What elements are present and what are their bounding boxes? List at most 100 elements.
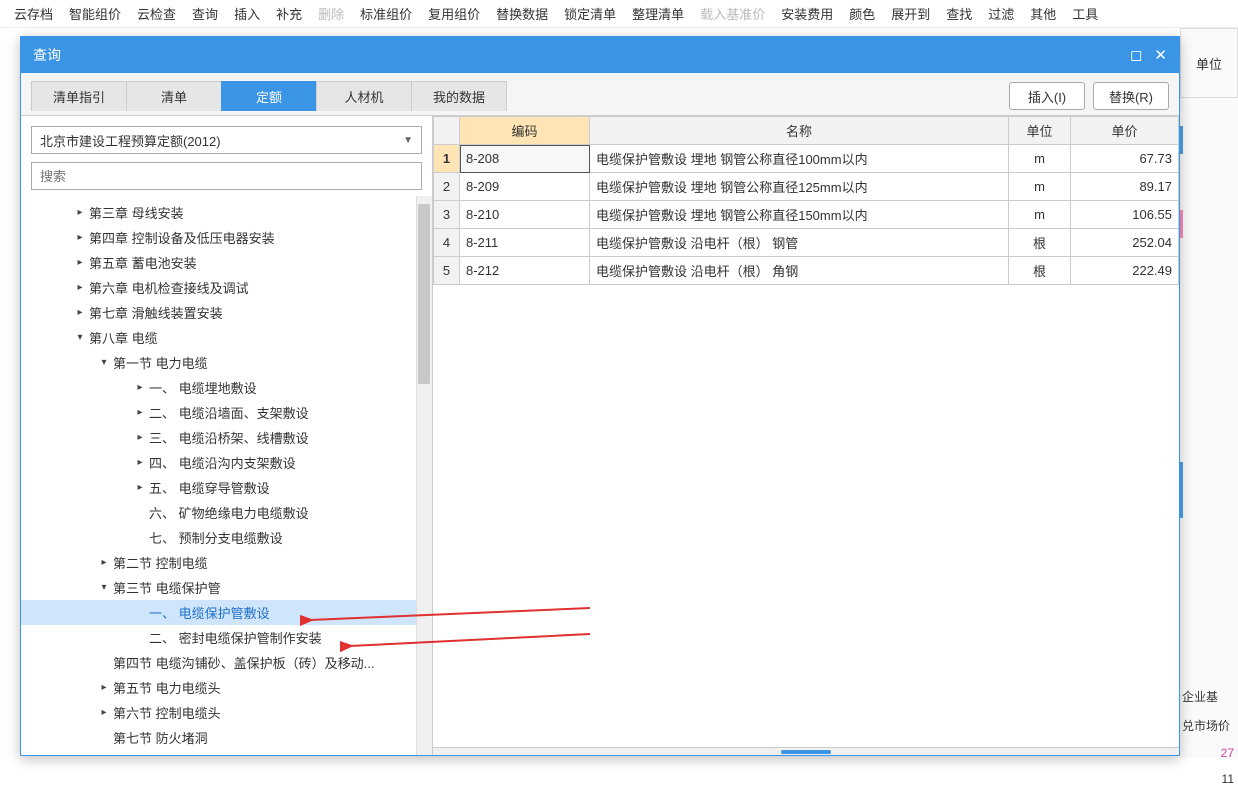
th-code[interactable]: 编码 — [460, 117, 590, 145]
toolbar-item-15[interactable]: 展开到 — [883, 4, 938, 23]
insert-button[interactable]: 插入(I) — [1009, 82, 1085, 110]
toolbar-item-9[interactable]: 替换数据 — [488, 4, 556, 23]
tree-node-18[interactable]: ▸第四节 电缆沟铺砂、盖保护板（砖）及移动... — [21, 650, 432, 675]
toolbar-item-3[interactable]: 查询 — [184, 4, 226, 23]
tree-node-0[interactable]: ▸第三章 母线安装 — [21, 200, 432, 225]
toolbar-item-19[interactable]: 工具 — [1064, 4, 1106, 23]
th-name[interactable]: 名称 — [590, 117, 1009, 145]
cell-code[interactable]: 8-210 — [460, 201, 590, 229]
tree-node-13[interactable]: ▸七、 预制分支电缆敷设 — [21, 525, 432, 550]
caret-right-icon[interactable]: ▸ — [99, 707, 109, 718]
tree-node-19[interactable]: ▸第五节 电力电缆头 — [21, 675, 432, 700]
bg-footer-label2: 兑市场价 — [1180, 711, 1238, 740]
caret-right-icon[interactable]: ▸ — [135, 407, 145, 418]
cell-code[interactable]: 8-211 — [460, 229, 590, 257]
tree-node-6[interactable]: ▾第一节 电力电缆 — [21, 350, 432, 375]
tree-node-8[interactable]: ▸二、 电缆沿墙面、支架敷设 — [21, 400, 432, 425]
toolbar-item-14[interactable]: 颜色 — [841, 4, 883, 23]
tree-node-1[interactable]: ▸第四章 控制设备及低压电器安装 — [21, 225, 432, 250]
toolbar-item-11[interactable]: 整理清单 — [624, 4, 692, 23]
caret-right-icon[interactable]: ▸ — [75, 207, 85, 218]
tree-scrollbar[interactable] — [416, 196, 432, 755]
toolbar-item-10[interactable]: 锁定清单 — [556, 4, 624, 23]
toolbar-item-8[interactable]: 复用组价 — [420, 4, 488, 23]
quota-combo[interactable]: 北京市建设工程预算定额(2012) ▼ — [31, 126, 422, 154]
tree-node-11[interactable]: ▸五、 电缆穿导管敷设 — [21, 475, 432, 500]
tab-3[interactable]: 人材机 — [316, 81, 412, 111]
tab-2[interactable]: 定额 — [221, 81, 317, 111]
tree-node-label: 第七章 滑触线装置安装 — [89, 303, 223, 322]
tree-node-20[interactable]: ▸ 第六节 控制电缆头 — [21, 700, 432, 725]
tree-node-10[interactable]: ▸四、 电缆沿沟内支架敷设 — [21, 450, 432, 475]
th-unit[interactable]: 单位 — [1009, 117, 1071, 145]
tab-0[interactable]: 清单指引 — [31, 81, 127, 111]
tree-node-5[interactable]: ▾ 第八章 电缆 — [21, 325, 432, 350]
maximize-icon[interactable]: ◻ — [1130, 46, 1142, 64]
tree-node-4[interactable]: ▸ 第七章 滑触线装置安装 — [21, 300, 432, 325]
toolbar-item-17[interactable]: 过滤 — [980, 4, 1022, 23]
bg-footer-value2: 11 — [1180, 766, 1238, 792]
toolbar-item-0[interactable]: 云存档 — [6, 4, 61, 23]
tree-node-label: 第六节 控制电缆头 — [113, 703, 221, 722]
tree-node-2[interactable]: ▸第五章 蓄电池安装 — [21, 250, 432, 275]
cell-code[interactable]: 8-212 — [460, 257, 590, 285]
toolbar-item-1[interactable]: 智能组价 — [61, 4, 129, 23]
toolbar-item-16[interactable]: 查找 — [938, 4, 980, 23]
tab-1[interactable]: 清单 — [126, 81, 222, 111]
caret-right-icon[interactable]: ▸ — [135, 432, 145, 443]
tab-4[interactable]: 我的数据 — [411, 81, 507, 111]
tree-node-label: 第八章 电缆 — [89, 328, 158, 347]
cell-rownum: 1 — [434, 145, 460, 173]
caret-right-icon[interactable]: ▸ — [135, 457, 145, 468]
tree-node-17[interactable]: ▸二、 密封电缆保护管制作安装 — [21, 625, 432, 650]
caret-right-icon[interactable]: ▸ — [75, 282, 85, 293]
dialog-titlebar[interactable]: 查询 ◻ ✕ — [21, 37, 1179, 73]
caret-right-icon[interactable]: ▸ — [99, 682, 109, 693]
th-price[interactable]: 单价 — [1071, 117, 1179, 145]
caret-down-icon[interactable]: ▾ — [99, 582, 109, 593]
cell-name: 电缆保护管敷设 埋地 钢管公称直径125mm以内 — [590, 173, 1009, 201]
caret-down-icon[interactable]: ▾ — [75, 332, 85, 343]
caret-right-icon[interactable]: ▸ — [99, 557, 109, 568]
caret-right-icon[interactable]: ▸ — [75, 257, 85, 268]
cell-unit: m — [1009, 145, 1071, 173]
caret-down-icon[interactable]: ▾ — [99, 357, 109, 368]
toolbar-item-18[interactable]: 其他 — [1022, 4, 1064, 23]
tree-node-3[interactable]: ▸第六章 电机检查接线及调试 — [21, 275, 432, 300]
tree-node-label: 七、 预制分支电缆敷设 — [149, 528, 283, 547]
tree-view: ▸第三章 母线安装▸第四章 控制设备及低压电器安装▸第五章 蓄电池安装▸第六章 … — [21, 196, 432, 755]
tree-node-12[interactable]: ▸六、 矿物绝缘电力电缆敷设 — [21, 500, 432, 525]
table-row[interactable]: 28-209电缆保护管敷设 埋地 钢管公称直径125mm以内m89.17 — [434, 173, 1179, 201]
tree-node-7[interactable]: ▸一、 电缆埋地敷设 — [21, 375, 432, 400]
toolbar-item-7[interactable]: 标准组价 — [352, 4, 420, 23]
tree-node-14[interactable]: ▸第二节 控制电缆 — [21, 550, 432, 575]
caret-right-icon[interactable]: ▸ — [135, 482, 145, 493]
tree-node-15[interactable]: ▾第三节 电缆保护管 — [21, 575, 432, 600]
scroll-thumb[interactable] — [418, 204, 430, 384]
search-input[interactable] — [31, 162, 422, 190]
cell-code[interactable]: 8-209 — [460, 173, 590, 201]
table-row[interactable]: 48-211电缆保护管敷设 沿电杆（根） 钢管根252.04 — [434, 229, 1179, 257]
caret-right-icon[interactable]: ▸ — [135, 382, 145, 393]
tree-node-16[interactable]: ▸一、 电缆保护管敷设 — [21, 600, 432, 625]
table-row[interactable]: 18-208电缆保护管敷设 埋地 钢管公称直径100mm以内m67.73 — [434, 145, 1179, 173]
replace-button[interactable]: 替换(R) — [1093, 82, 1169, 110]
close-icon[interactable]: ✕ — [1154, 46, 1167, 64]
toolbar-item-13[interactable]: 安装费用 — [773, 4, 841, 23]
table-row[interactable]: 58-212电缆保护管敷设 沿电杆（根） 角钢根222.49 — [434, 257, 1179, 285]
toolbar-item-2[interactable]: 云检查 — [129, 4, 184, 23]
caret-right-icon[interactable]: ▸ — [75, 307, 85, 318]
toolbar-item-6[interactable]: 删除 — [310, 4, 352, 23]
toolbar-item-4[interactable]: 插入 — [226, 4, 268, 23]
right-panel: 编码 名称 单位 单价 18-208电缆保护管敷设 埋地 钢管公称直径100mm… — [433, 116, 1179, 755]
caret-right-icon[interactable]: ▸ — [75, 232, 85, 243]
th-rownum[interactable] — [434, 117, 460, 145]
tree-node-21[interactable]: ▸第七节 防火堵洞 — [21, 725, 432, 750]
tree-node-label: 六、 矿物绝缘电力电缆敷设 — [149, 503, 309, 522]
cell-code[interactable]: 8-208 — [460, 145, 590, 173]
toolbar-item-5[interactable]: 补充 — [268, 4, 310, 23]
resize-handle[interactable] — [433, 747, 1179, 755]
tree-node-9[interactable]: ▸三、 电缆沿桥架、线槽敷设 — [21, 425, 432, 450]
table-row[interactable]: 38-210电缆保护管敷设 埋地 钢管公称直径150mm以内m106.55 — [434, 201, 1179, 229]
toolbar-item-12[interactable]: 载入基准价 — [692, 4, 773, 23]
